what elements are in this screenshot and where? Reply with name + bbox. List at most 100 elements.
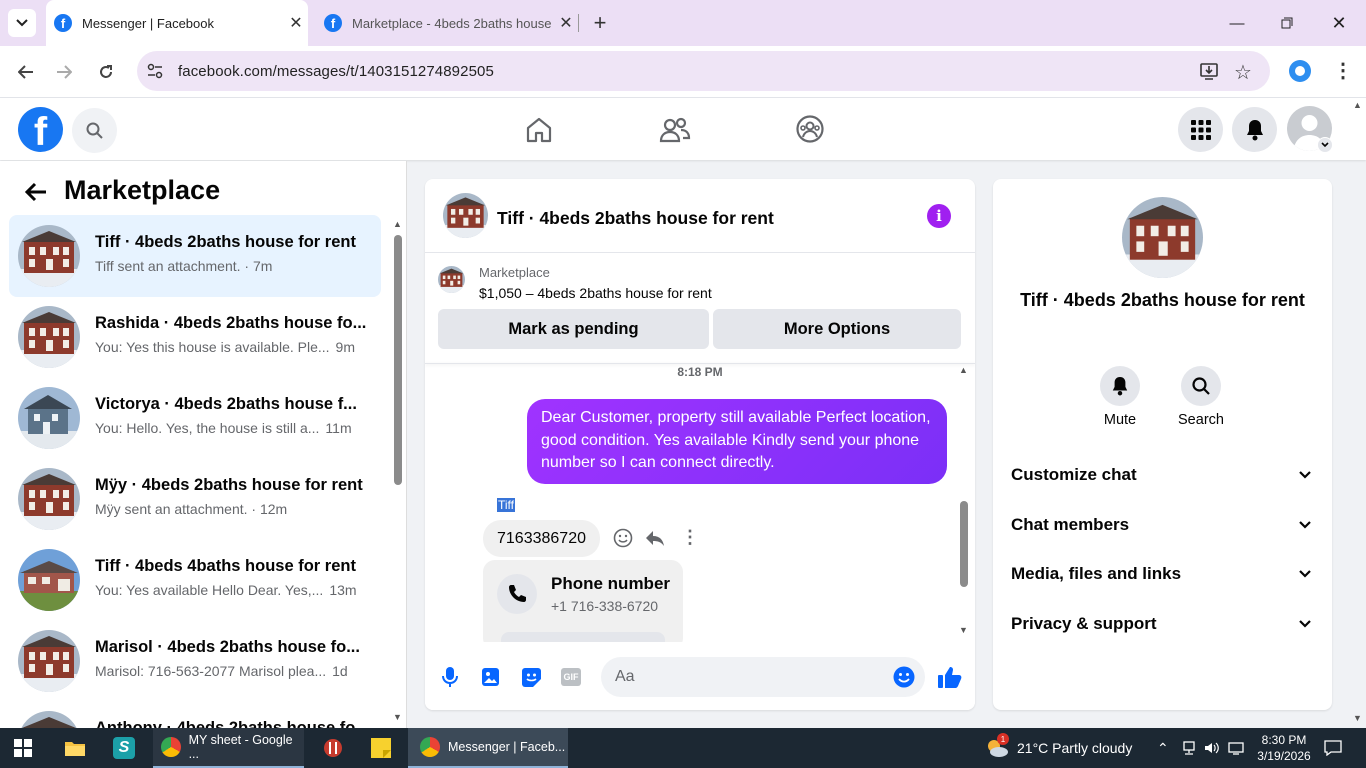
url-text[interactable]: facebook.com/messages/t/1403151274892505 — [178, 63, 494, 80]
tab-close-icon[interactable]: ✕ — [554, 13, 578, 33]
omnibox[interactable]: facebook.com/messages/t/1403151274892505… — [137, 51, 1270, 91]
facebook-logo-icon[interactable]: f — [18, 107, 63, 152]
microphone-icon[interactable] — [441, 666, 459, 688]
page-scroll-up-icon[interactable]: ▲ — [1353, 100, 1362, 110]
file-explorer-icon[interactable] — [64, 728, 86, 768]
chevron-up-icon[interactable]: ⌃ — [1157, 728, 1169, 768]
tab-close-icon[interactable]: ✕ — [284, 13, 308, 33]
details-menu-item[interactable]: Media, files and links — [1011, 564, 1311, 584]
search-label[interactable]: Search — [1161, 412, 1241, 428]
tab-messenger[interactable]: f Messenger | Facebook ✕ — [46, 0, 308, 46]
react-emoji-icon[interactable] — [613, 528, 633, 548]
browser-menu-icon[interactable]: ⋮ — [1333, 58, 1353, 84]
chevron-down-icon — [1299, 520, 1311, 529]
home-icon[interactable] — [524, 115, 554, 145]
sticker-icon[interactable] — [521, 667, 542, 688]
taskbar-item-sheets[interactable]: MY sheet - Google ... — [153, 728, 304, 768]
conversation-item[interactable]: Tiff · 4beds 2baths house for rent Tiff s… — [9, 215, 381, 297]
volume-icon[interactable] — [1204, 728, 1220, 768]
display-icon[interactable] — [1228, 728, 1244, 768]
conversation-item[interactable]: Victorya · 4beds 2baths house f... You: H… — [9, 377, 381, 459]
conversation-avatar — [18, 387, 80, 449]
phone-card-title: Phone number — [551, 574, 671, 593]
scrollbar-thumb[interactable] — [394, 235, 402, 485]
details-menu-label: Privacy & support — [1011, 613, 1157, 633]
conversation-item[interactable]: Mÿy · 4beds 2baths house for rent Mÿy sen… — [9, 458, 381, 540]
clock[interactable]: 8:30 PM 3/19/2026 — [1256, 728, 1312, 768]
emoji-icon[interactable] — [893, 666, 915, 688]
mark-as-pending-button[interactable]: Mark as pending — [438, 309, 709, 349]
more-actions-icon[interactable]: ⋮ — [681, 527, 699, 547]
chat-avatar[interactable] — [443, 193, 488, 238]
new-tab-icon[interactable]: + — [588, 9, 612, 37]
message-input-placeholder: Aa — [615, 668, 635, 685]
details-menu-item[interactable]: Customize chat — [1011, 465, 1311, 485]
listing-thumbnail[interactable] — [438, 266, 465, 293]
notifications-center-icon[interactable] — [1324, 728, 1342, 768]
minimize-icon[interactable]: — — [1212, 0, 1262, 46]
conversation-item[interactable]: Anthony · 4beds 2baths house fo... — [9, 701, 381, 728]
back-arrow-icon[interactable] — [10, 56, 42, 88]
conversation-preview: Marisol: 716-563-2077 Marisol plea... 1d — [95, 663, 348, 679]
windows-start-icon[interactable] — [14, 728, 32, 768]
conversation-name: Mÿy · 4beds 2baths house for rent — [95, 476, 363, 494]
scroll-down-arrow-icon[interactable]: ▼ — [393, 712, 402, 722]
scrollbar-thumb[interactable] — [960, 501, 968, 587]
photo-icon[interactable] — [481, 667, 500, 687]
notifications-bell-icon[interactable] — [1232, 107, 1277, 152]
clock-time: 8:30 PM — [1261, 733, 1307, 747]
weather-text[interactable]: 21°C Partly cloudy — [1017, 728, 1132, 768]
scroll-up-arrow-icon[interactable]: ▲ — [959, 365, 968, 375]
gif-icon[interactable]: GIF — [561, 668, 581, 686]
sticky-notes-icon[interactable] — [370, 728, 392, 768]
restore-icon[interactable] — [1262, 0, 1312, 46]
app-s-icon[interactable]: S — [113, 728, 135, 768]
more-options-button[interactable]: More Options — [713, 309, 961, 349]
scroll-up-arrow-icon[interactable]: ▲ — [393, 219, 402, 229]
reply-icon[interactable] — [645, 529, 665, 547]
back-arrow-icon[interactable] — [24, 181, 48, 203]
network-icon[interactable] — [1182, 728, 1196, 768]
mute-bell-icon[interactable] — [1100, 366, 1140, 406]
contact-avatar[interactable] — [1122, 197, 1203, 278]
friends-icon[interactable] — [659, 115, 691, 145]
extension-icon[interactable] — [1289, 60, 1311, 82]
conversation-item[interactable]: Rashida · 4beds 2baths house fo... You: Y… — [9, 296, 381, 378]
info-icon[interactable]: i — [927, 204, 951, 228]
conversation-name: Victorya · 4beds 2baths house f... — [95, 395, 357, 413]
conversation-preview: You: Yes this house is available. Ple...… — [95, 339, 355, 355]
tab-marketplace[interactable]: f Marketplace - 4beds 2baths house ✕ — [316, 0, 578, 46]
menu-grid-icon[interactable] — [1178, 107, 1223, 152]
install-app-icon[interactable] — [1199, 61, 1219, 81]
chat-title[interactable]: Tiff · 4beds 2baths house for rent — [497, 208, 774, 229]
page-scroll-down-icon[interactable]: ▼ — [1353, 713, 1362, 723]
groups-icon[interactable] — [795, 114, 825, 144]
close-window-icon[interactable]: ✕ — [1314, 0, 1364, 46]
search-icon[interactable] — [1181, 366, 1221, 406]
site-settings-icon[interactable] — [147, 63, 163, 79]
taskbar-item-messenger[interactable]: Messenger | Faceb... — [408, 728, 568, 768]
reload-icon[interactable] — [90, 56, 122, 88]
listing-text[interactable]: $1,050 – 4beds 2baths house for rent — [479, 285, 712, 301]
details-menu-item[interactable]: Privacy & support — [1011, 614, 1311, 634]
conversation-item[interactable]: Marisol · 4beds 2baths house fo... Mariso… — [9, 620, 381, 702]
conversation-list-pane: Marketplace Tiff · 4beds 2baths house fo… — [0, 161, 407, 728]
phone-number-card[interactable]: Phone number +1 716-338-6720 — [483, 560, 683, 652]
message-input[interactable]: Aa — [601, 657, 925, 697]
details-menu-item[interactable]: Chat members — [1011, 515, 1311, 535]
chevron-down-icon — [1299, 619, 1311, 628]
tab-search-chevron-icon[interactable] — [8, 9, 36, 37]
conversation-item[interactable]: Tiff · 4beds 4baths house for rent You: Y… — [9, 539, 381, 621]
conversation-avatar — [18, 711, 80, 728]
outgoing-message-bubble[interactable]: Dear Customer, property still available … — [527, 399, 947, 484]
forward-arrow-icon[interactable] — [48, 56, 80, 88]
mute-label[interactable]: Mute — [1080, 412, 1160, 428]
bookmark-star-icon[interactable]: ☆ — [1234, 60, 1252, 85]
account-chevron-icon[interactable] — [1317, 137, 1333, 153]
app-lyrics-icon[interactable] — [322, 728, 344, 768]
like-thumb-icon[interactable] — [937, 665, 963, 689]
search-icon[interactable] — [72, 108, 117, 153]
scroll-down-arrow-icon[interactable]: ▼ — [959, 625, 968, 635]
chat-details-pane: Tiff · 4beds 2baths house for rent Mute … — [993, 179, 1332, 710]
incoming-message-bubble[interactable]: 7163386720 — [483, 520, 600, 557]
